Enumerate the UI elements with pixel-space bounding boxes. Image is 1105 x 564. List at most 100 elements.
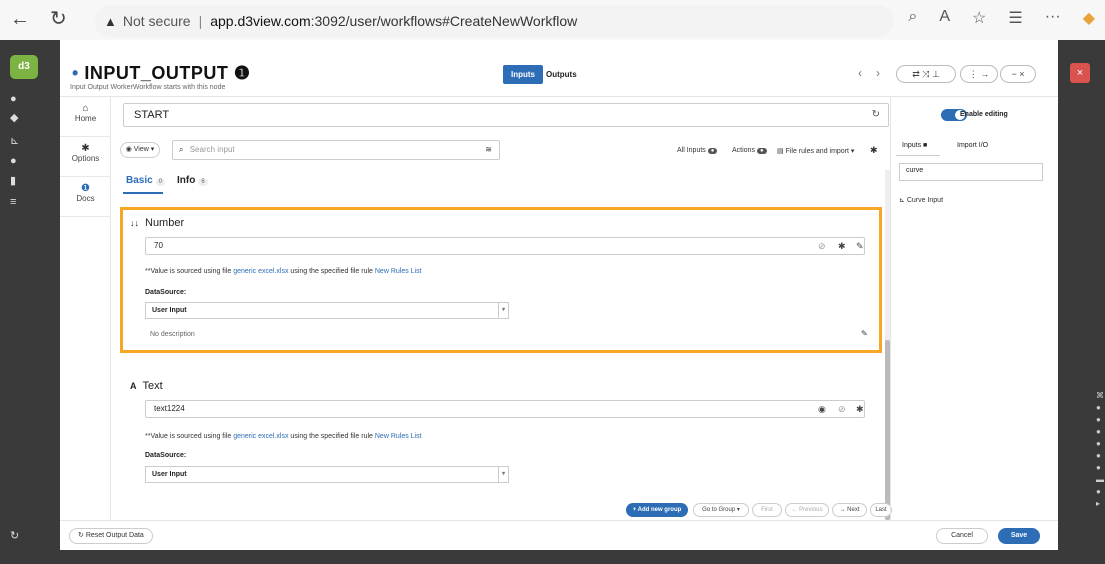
curve-input-item[interactable]: ⊾ Curve Input <box>899 196 943 204</box>
close-window-icon[interactable]: × <box>1070 63 1090 83</box>
nav-home[interactable]: ⌂ Home <box>60 97 111 137</box>
active-tab-indicator <box>123 192 163 194</box>
browser-actions: ⌕ A ☆ ☰ ··· ◆ <box>908 8 1095 28</box>
filter-icon[interactable]: ≋ <box>485 145 492 154</box>
refresh-icon[interactable]: ↻ <box>872 109 880 120</box>
file-rules-button[interactable]: ▤ File rules and import ▾ <box>777 147 854 155</box>
view-dropdown[interactable]: ◉ View ▾ <box>120 142 160 158</box>
eye-icon[interactable]: ◉ <box>818 404 826 415</box>
text-value: text1224 <box>154 404 185 413</box>
right-panel <box>890 97 1058 520</box>
file-rules-label: File rules and import <box>785 148 849 155</box>
note-mid: using the specified file rule <box>290 433 373 440</box>
source-note: **Value is sourced using file generic ex… <box>145 268 422 275</box>
datasource-label: DataSource: <box>145 289 187 296</box>
nav-docs[interactable]: ❶ Docs <box>60 177 111 217</box>
reset-output-label: Reset Output Data <box>85 532 144 539</box>
next-arrow-icon[interactable]: › <box>876 66 880 80</box>
reset-output-button[interactable]: ↻ Reset Output Data <box>69 528 153 544</box>
file-link[interactable]: generic excel.xlsx <box>233 433 288 440</box>
dot-icon[interactable]: ● <box>10 93 22 105</box>
list-icon[interactable]: ≡ <box>10 196 22 208</box>
window-controls[interactable]: − × <box>1000 65 1036 83</box>
url-host: app.d3view.com <box>210 13 311 29</box>
start-node-field[interactable]: START ↻ <box>123 103 889 127</box>
edit-description-icon[interactable]: ✎ <box>861 329 868 338</box>
tab-info-label: Info <box>177 175 196 186</box>
note-prefix: **Value is sourced using file <box>145 433 232 440</box>
all-inputs-badge: ● <box>707 148 718 154</box>
text-type-icon: A <box>130 381 137 391</box>
last-button[interactable]: Last <box>870 503 892 517</box>
favorite-icon[interactable]: ☆ <box>972 8 986 28</box>
diamond-icon[interactable]: ◆ <box>10 112 22 124</box>
nav-options[interactable]: ✱ Options <box>60 137 111 177</box>
text-card-title-text: Text <box>142 380 163 392</box>
file-link[interactable]: generic excel.xlsx <box>233 268 288 275</box>
rule-link[interactable]: New Rules List <box>375 268 422 275</box>
actions-button[interactable]: Actions ● <box>732 147 767 154</box>
tab-right-inputs[interactable]: Inputs ■ <box>902 142 927 149</box>
tab-inputs[interactable]: Inputs <box>503 65 543 84</box>
curve-input-label: Curve Input <box>906 197 944 204</box>
datasource-select[interactable]: User Input ▾ <box>145 302 509 319</box>
chart-icon[interactable]: ⊾ <box>10 135 22 147</box>
reload-icon[interactable]: ↻ <box>50 8 67 30</box>
datasource-select[interactable]: User Input ▾ <box>145 466 509 483</box>
number-card-title-text: Number <box>145 217 185 229</box>
settings-icon[interactable]: ✱ <box>870 145 878 156</box>
rule-link[interactable]: New Rules List <box>375 433 422 440</box>
add-group-button[interactable]: + Add new group <box>626 503 688 517</box>
eye-icon: ◉ <box>125 146 132 153</box>
address-bar[interactable]: ▲ Not secure | app.d3view.com:3092/user/… <box>94 5 894 37</box>
info-icon: ❶ <box>81 183 90 194</box>
browser-toolbar: ← ↻ ▲ Not secure | app.d3view.com:3092/u… <box>0 0 1105 40</box>
info-icon[interactable]: ❶ <box>234 63 251 83</box>
tab-outputs[interactable]: Outputs <box>546 70 577 79</box>
datasource-value: User Input <box>152 307 187 314</box>
prev-arrow-icon[interactable]: ‹ <box>858 66 862 80</box>
datasource-value: User Input <box>152 471 187 478</box>
collections-icon[interactable]: ☰ <box>1008 8 1022 28</box>
right-search-input[interactable]: curve <box>899 163 1043 181</box>
edit-icon[interactable]: ✎ <box>856 241 864 252</box>
cancel-button[interactable]: Cancel <box>936 528 988 544</box>
circle-icon[interactable]: ● <box>10 155 22 167</box>
file-icon[interactable]: ▮ <box>10 175 22 187</box>
attach-icon[interactable]: ⊘ <box>818 241 826 252</box>
more-icon[interactable]: ··· <box>1045 8 1061 28</box>
previous-button[interactable]: ← Previous <box>785 503 829 517</box>
extension-icon[interactable]: ◆ <box>1083 8 1095 28</box>
zoom-icon[interactable]: ⌕ <box>908 8 917 28</box>
next-button[interactable]: → Next <box>832 503 867 517</box>
url-text: app.d3view.com:3092/user/workflows#Creat… <box>210 13 577 29</box>
go-to-group-dropdown[interactable]: Go to Group ▾ <box>693 503 749 517</box>
step-controls[interactable]: ⋮ → <box>960 65 998 83</box>
all-inputs-button[interactable]: All Inputs ● <box>677 147 718 154</box>
tab-import-io[interactable]: Import I/O <box>957 142 988 149</box>
read-aloud-icon[interactable]: A <box>939 8 950 28</box>
first-button[interactable]: First <box>752 503 782 517</box>
settings-icon[interactable]: ✱ <box>838 241 846 252</box>
tab-basic-label: Basic <box>126 175 153 186</box>
refresh-icon[interactable]: ↻ <box>10 530 22 542</box>
save-button[interactable]: Save <box>998 528 1040 544</box>
settings-icon[interactable]: ✱ <box>856 404 864 415</box>
gear-icon: ✱ <box>81 143 90 154</box>
layout-controls[interactable]: ⇄ ⤨ ⊥ <box>896 65 956 83</box>
back-icon[interactable]: ← <box>10 8 30 30</box>
tab-info[interactable]: Info 6 <box>177 175 208 186</box>
description-text: No description <box>150 331 195 338</box>
enable-editing-label: Enable editing <box>960 111 1008 118</box>
home-icon: ⌂ <box>82 103 89 114</box>
number-value-field[interactable]: 70 ⊘ ✱ ✎ <box>145 237 865 255</box>
side-icon-list: ⌘ ● ● ● ● ● ● ▬ ● ▸ <box>1096 391 1104 508</box>
right-tab-underline <box>896 155 940 156</box>
tab-basic[interactable]: Basic 0 <box>126 175 166 186</box>
number-value: 70 <box>154 241 163 250</box>
attach-icon[interactable]: ⊘ <box>838 404 846 415</box>
line-chart-icon: ⊾ <box>899 197 905 204</box>
text-value-field[interactable]: text1224 ◉ ⊘ ✱ <box>145 400 865 418</box>
search-input[interactable]: ⌕ Search input ≋ <box>172 140 500 160</box>
page-subtitle: Input Output WorkerWorkflow starts with … <box>70 84 226 91</box>
